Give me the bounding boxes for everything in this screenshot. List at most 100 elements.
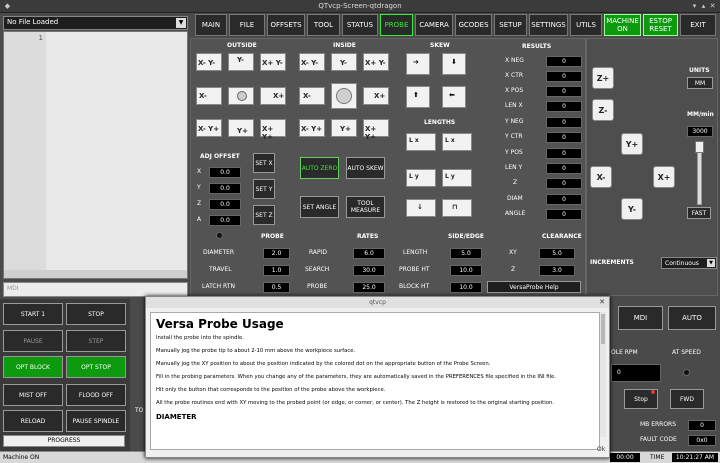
- jog-z-minus-button[interactable]: Z-: [592, 99, 614, 121]
- mist-button[interactable]: MIST OFF: [3, 384, 63, 406]
- skew-x-top-button[interactable]: ⬅: [442, 86, 466, 108]
- inside-yneg-button[interactable]: Y-: [331, 53, 357, 71]
- length-y-outside-button[interactable]: L y: [406, 169, 436, 187]
- jog-z-plus-button[interactable]: Z+: [592, 67, 614, 89]
- help-content[interactable]: Versa Probe Usage Install the probe into…: [150, 312, 600, 450]
- jog-x-minus-button[interactable]: X-: [590, 166, 612, 188]
- stop-button[interactable]: STOP: [66, 303, 126, 325]
- exit-button[interactable]: EXIT: [680, 14, 716, 36]
- opt-block-button[interactable]: OPT BLOCK: [3, 356, 63, 378]
- length-y-inside-button[interactable]: L y: [442, 169, 472, 187]
- diameter-value[interactable]: 2.0: [263, 248, 290, 259]
- tab-camera[interactable]: CAMERA: [415, 14, 453, 36]
- inside-xpos-ypos-button[interactable]: X+ Y+: [363, 119, 389, 141]
- outside-xpos-ypos-button[interactable]: X+ Y+: [260, 119, 286, 141]
- versaprobe-help-button[interactable]: VersaProbe Help: [487, 281, 581, 293]
- minimize-icon[interactable]: ▾: [691, 3, 698, 10]
- adj-y-value[interactable]: 0.0: [209, 183, 241, 194]
- tab-main[interactable]: MAIN: [195, 14, 227, 36]
- probe-ht-value[interactable]: 10.0: [450, 265, 482, 276]
- inside-xneg-button[interactable]: X-: [299, 87, 325, 105]
- outside-xpos-button[interactable]: X+: [260, 87, 286, 105]
- estop-reset-button[interactable]: ESTOP RESET: [643, 14, 678, 36]
- flood-button[interactable]: FLOOD OFF: [66, 384, 126, 406]
- jog-y-minus-button[interactable]: Y-: [621, 198, 643, 220]
- opt-stop-button[interactable]: OPT STOP: [66, 356, 126, 378]
- dialog-scrollbar[interactable]: [600, 312, 606, 437]
- units-button[interactable]: MM: [687, 77, 713, 89]
- adj-z-value[interactable]: 0.0: [209, 199, 241, 210]
- probe-down-button[interactable]: ↓: [406, 199, 436, 217]
- file-select[interactable]: No File Loaded ▼: [3, 16, 188, 30]
- tab-gcodes[interactable]: GCODES: [455, 14, 492, 36]
- inside-xpos-yneg-button[interactable]: X+ Y-: [363, 53, 389, 71]
- length-x-inside-button[interactable]: L x: [442, 133, 472, 151]
- search-value[interactable]: 30.0: [353, 265, 385, 276]
- inside-center-button[interactable]: [331, 83, 357, 109]
- tab-settings[interactable]: SETTINGS: [529, 14, 568, 36]
- probe-rate-value[interactable]: 25.0: [353, 282, 385, 293]
- latch-rtn-value[interactable]: 0.5: [263, 282, 290, 293]
- auto-zero-button[interactable]: AUTO ZERO: [300, 157, 339, 179]
- fast-button[interactable]: FAST: [687, 207, 711, 219]
- set-y-button[interactable]: SET Y: [253, 179, 275, 199]
- close-icon[interactable]: ✕: [598, 298, 606, 306]
- skew-x-bottom-button[interactable]: ⬆: [406, 86, 430, 108]
- window-menu-icon[interactable]: ◆: [4, 3, 11, 10]
- increments-select[interactable]: Continuous ▼: [661, 257, 717, 269]
- set-z-button[interactable]: SET Z: [253, 205, 275, 225]
- tab-probe[interactable]: PROBE: [380, 14, 413, 36]
- cycle-start-button[interactable]: START 1: [3, 303, 63, 325]
- jog-x-plus-button[interactable]: X+: [653, 166, 675, 188]
- skew-y-left-button[interactable]: ➜: [406, 53, 430, 75]
- travel-value[interactable]: 1.0: [263, 265, 290, 276]
- tool-measure-button[interactable]: TOOL MEASURE: [346, 196, 385, 218]
- scrollbar-thumb[interactable]: [601, 314, 605, 344]
- tab-utils[interactable]: UTILS: [570, 14, 602, 36]
- block-ht-value[interactable]: 10.0: [450, 282, 482, 293]
- spindle-fwd-button[interactable]: FWD: [670, 389, 704, 409]
- length-value[interactable]: 5.0: [450, 248, 482, 259]
- pause-button[interactable]: PAUSE: [3, 330, 63, 352]
- outside-yneg-button[interactable]: Y-: [228, 53, 254, 71]
- pause-spindle-button[interactable]: PAUSE SPINDLE: [66, 410, 126, 432]
- machine-on-button[interactable]: MACHINE ON: [604, 14, 641, 36]
- step-button[interactable]: STEP: [66, 330, 126, 352]
- inside-xneg-ypos-button[interactable]: X- Y+: [299, 119, 325, 137]
- tab-status[interactable]: STATUS: [342, 14, 378, 36]
- outside-xneg-ypos-button[interactable]: X- Y+: [196, 119, 222, 137]
- tab-tool[interactable]: TOOL: [307, 14, 340, 36]
- slider-handle[interactable]: [695, 141, 704, 153]
- outside-xpos-yneg-button[interactable]: X+ Y-: [260, 53, 286, 71]
- inside-xpos-button[interactable]: X+: [363, 87, 389, 105]
- probe-block-button[interactable]: ⊓: [442, 199, 472, 217]
- outside-xneg-yneg-button[interactable]: X- Y-: [196, 53, 222, 71]
- horizontal-scrollbar[interactable]: [4, 270, 187, 278]
- z-clearance-value[interactable]: 3.0: [539, 265, 575, 276]
- gcode-editor[interactable]: 1: [3, 31, 188, 279]
- maximize-icon[interactable]: ▴: [700, 3, 707, 10]
- close-icon[interactable]: ✕: [709, 3, 716, 10]
- xy-clearance-value[interactable]: 5.0: [539, 248, 575, 259]
- rapid-value[interactable]: 6.0: [353, 248, 385, 259]
- tab-setup[interactable]: SETUP: [494, 14, 527, 36]
- adj-x-value[interactable]: 0.0: [209, 167, 241, 178]
- auto-mode-button[interactable]: AUTO: [668, 306, 716, 330]
- set-x-button[interactable]: SET X: [253, 153, 275, 173]
- auto-skew-button[interactable]: AUTO SKEW: [346, 157, 385, 179]
- tab-offsets[interactable]: OFFSETS: [267, 14, 305, 36]
- jog-y-plus-button[interactable]: Y+: [621, 133, 643, 155]
- inside-ypos-button[interactable]: Y+: [331, 119, 357, 137]
- adj-a-value[interactable]: 0.0: [209, 215, 241, 226]
- inside-xneg-yneg-button[interactable]: X- Y-: [299, 53, 325, 71]
- outside-center-button[interactable]: [228, 87, 254, 105]
- length-x-outside-button[interactable]: L x: [406, 133, 436, 151]
- outside-ypos-button[interactable]: Y+: [228, 119, 254, 137]
- ok-button[interactable]: Ok: [597, 446, 607, 455]
- tab-file[interactable]: FILE: [229, 14, 265, 36]
- mdi-input[interactable]: MDI: [3, 282, 188, 297]
- skew-y-right-button[interactable]: ⬇: [442, 53, 466, 75]
- mdi-mode-button[interactable]: MDI: [618, 306, 663, 330]
- reload-button[interactable]: RELOAD: [3, 410, 63, 432]
- set-angle-button[interactable]: SET ANGLE: [300, 196, 339, 218]
